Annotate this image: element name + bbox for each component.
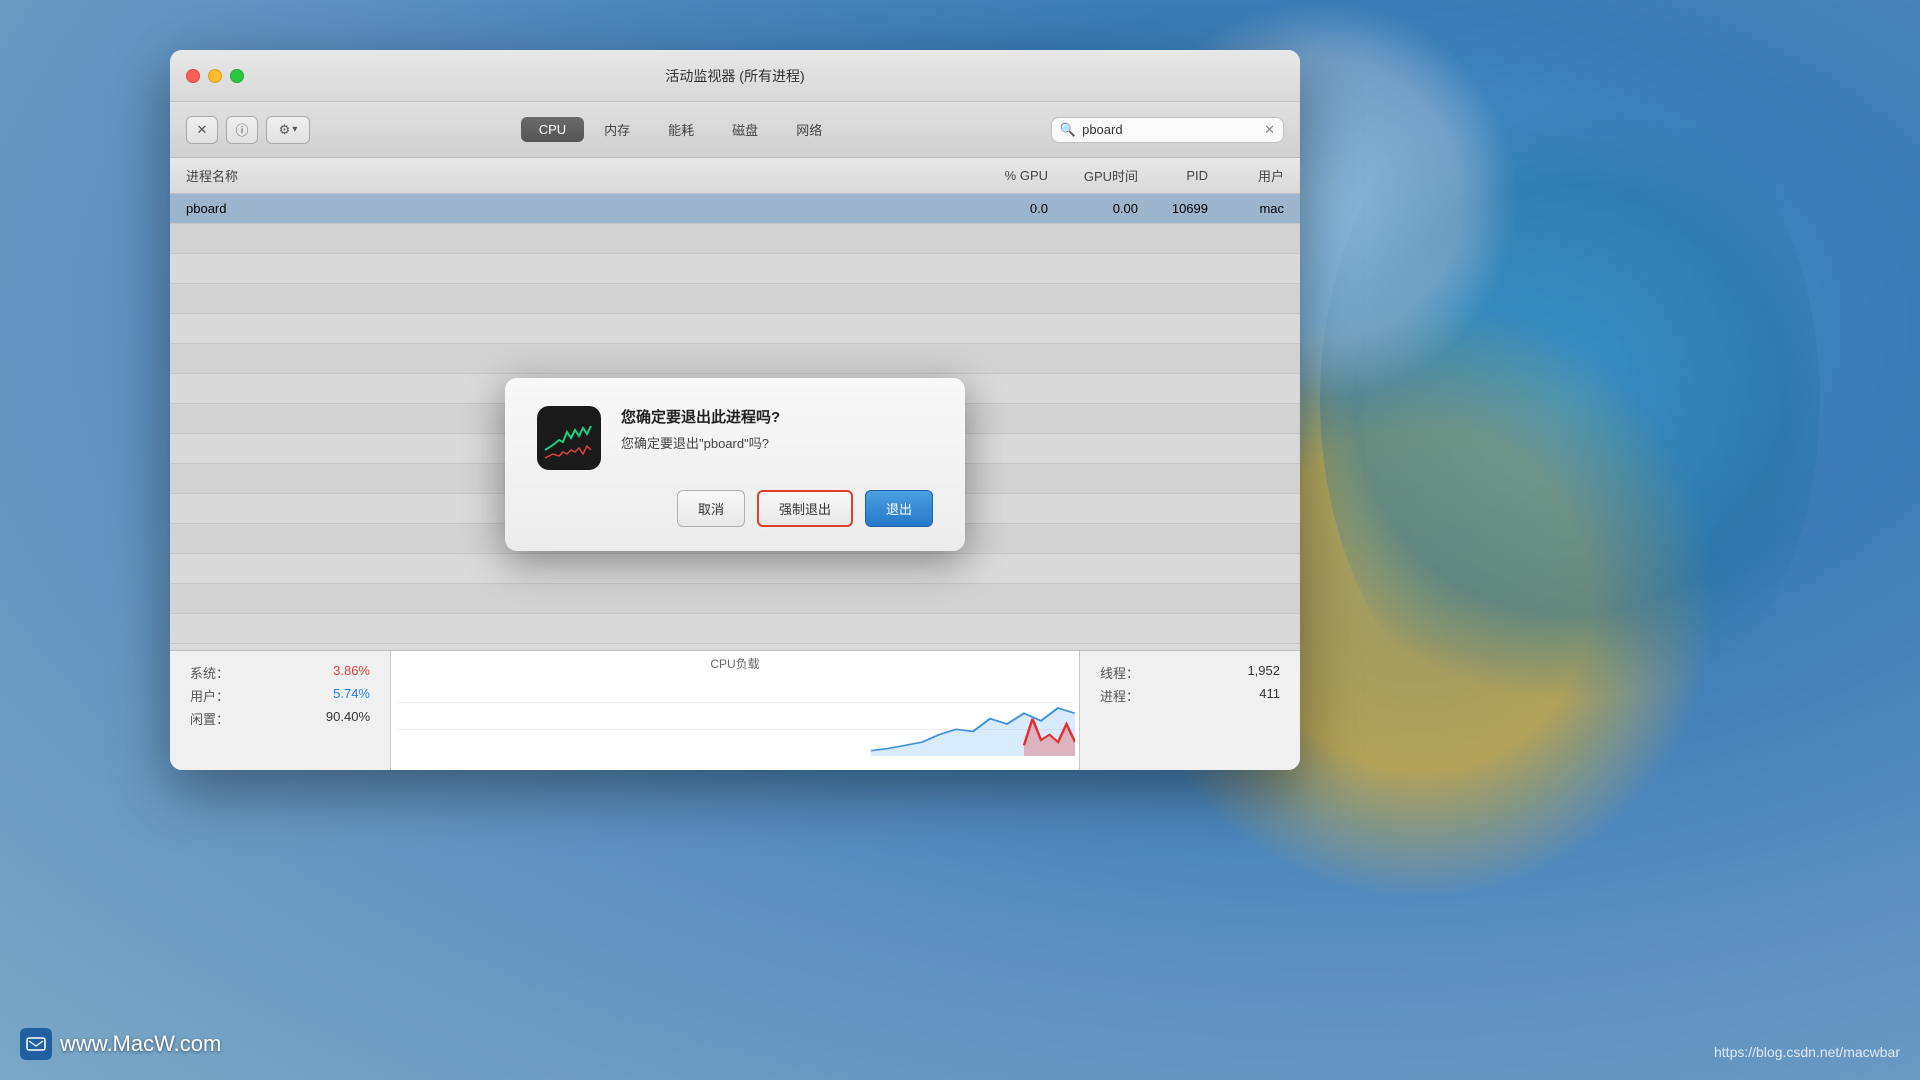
status-bar: 系统： 3.86% 用户： 5.74% 闲置： 90.40% CPU负载 [170, 650, 1300, 770]
modal-title: 您确定要退出此进程吗? [621, 406, 933, 427]
search-input[interactable] [1082, 122, 1258, 137]
column-header-user[interactable]: 用户 [1220, 166, 1300, 185]
cpu-chart [395, 676, 1075, 756]
gear-arrow-icon: ▾ [292, 124, 297, 135]
cancel-button[interactable]: 取消 [677, 490, 745, 527]
user-label: 用户： [190, 686, 229, 705]
idle-stat-row: 闲置： 90.40% [190, 709, 370, 728]
close-button[interactable] [186, 69, 200, 83]
threads-value: 1,952 [1247, 663, 1280, 682]
cpu-chart-label: CPU负载 [395, 655, 1075, 672]
user-value: 5.74% [333, 686, 370, 705]
idle-value: 90.40% [326, 709, 370, 728]
table-header: 进程名称 % GPU GPU时间 PID 用户 [170, 158, 1300, 194]
modal-dialog: 您确定要退出此进程吗? 您确定要退出"pboard"吗? 取消 强制退出 退出 [505, 378, 965, 551]
toolbar-action-buttons: ✕ ⓘ ⚙ ▾ [186, 116, 310, 144]
search-icon: 🔍 [1060, 122, 1076, 138]
tab-cpu[interactable]: CPU [521, 117, 584, 142]
column-header-process[interactable]: 进程名称 [170, 166, 980, 185]
window-title: 活动监视器 (所有进程) [665, 66, 804, 86]
gear-icon: ⚙ [279, 122, 291, 138]
minimize-button[interactable] [208, 69, 222, 83]
info-icon: ⓘ [235, 120, 248, 139]
system-label: 系统： [190, 663, 229, 682]
modal-app-icon [537, 406, 601, 470]
search-clear-icon[interactable]: ✕ [1264, 122, 1275, 138]
watermark-right: https://blog.csdn.net/macwbar [1714, 1044, 1900, 1060]
maximize-button[interactable] [230, 69, 244, 83]
modal-buttons: 取消 强制退出 退出 [537, 490, 933, 527]
modal-content-area: 您确定要退出此进程吗? 您确定要退出"pboard"吗? [537, 406, 933, 470]
process-value: 411 [1259, 686, 1280, 705]
modal-text: 您确定要退出此进程吗? 您确定要退出"pboard"吗? [621, 406, 933, 452]
watermark-icon [20, 1028, 52, 1060]
tab-disk[interactable]: 磁盘 [714, 115, 776, 144]
column-header-gpu[interactable]: % GPU [980, 168, 1060, 183]
threads-label: 线程： [1100, 663, 1139, 682]
column-header-gpu-time[interactable]: GPU时间 [1060, 166, 1150, 185]
close-process-button[interactable]: ✕ [186, 116, 218, 144]
process-label: 进程： [1100, 686, 1139, 705]
watermark-text: www.MacW.com [60, 1031, 221, 1057]
app-window: 活动监视器 (所有进程) ✕ ⓘ ⚙ ▾ CPU 内存 能耗 磁盘 网络 � [170, 50, 1300, 770]
toolbar: ✕ ⓘ ⚙ ▾ CPU 内存 能耗 磁盘 网络 🔍 ✕ [170, 102, 1300, 158]
threads-stat-row: 线程： 1,952 [1100, 663, 1280, 682]
watermark-left: www.MacW.com [20, 1028, 221, 1060]
modal-subtitle: 您确定要退出"pboard"吗? [621, 433, 933, 452]
cpu-chart-section: CPU负载 [390, 651, 1080, 770]
info-button[interactable]: ⓘ [226, 116, 258, 144]
traffic-lights [186, 69, 244, 83]
cpu-stats-section: 系统： 3.86% 用户： 5.74% 闲置： 90.40% [170, 651, 390, 770]
modal-overlay: 您确定要退出此进程吗? 您确定要退出"pboard"吗? 取消 强制退出 退出 [170, 194, 1300, 650]
system-stat-row: 系统： 3.86% [190, 663, 370, 682]
tab-memory[interactable]: 内存 [586, 115, 648, 144]
quit-button[interactable]: 退出 [865, 490, 933, 527]
column-header-pid[interactable]: PID [1150, 168, 1220, 183]
gear-button[interactable]: ⚙ ▾ [266, 116, 310, 144]
tab-energy[interactable]: 能耗 [650, 115, 712, 144]
tab-bar: CPU 内存 能耗 磁盘 网络 [322, 115, 1039, 144]
tab-network[interactable]: 网络 [778, 115, 840, 144]
search-bar: 🔍 ✕ [1051, 117, 1284, 143]
title-bar: 活动监视器 (所有进程) [170, 50, 1300, 102]
idle-label: 闲置： [190, 709, 229, 728]
table-body-area: pboard 0.0 0.00 10699 mac [170, 194, 1300, 650]
user-stat-row: 用户： 5.74% [190, 686, 370, 705]
threads-section: 线程： 1,952 进程： 411 [1080, 651, 1300, 770]
close-process-icon: ✕ [197, 122, 208, 138]
force-quit-button[interactable]: 强制退出 [757, 490, 853, 527]
process-stat-row: 进程： 411 [1100, 686, 1280, 705]
system-value: 3.86% [333, 663, 370, 682]
